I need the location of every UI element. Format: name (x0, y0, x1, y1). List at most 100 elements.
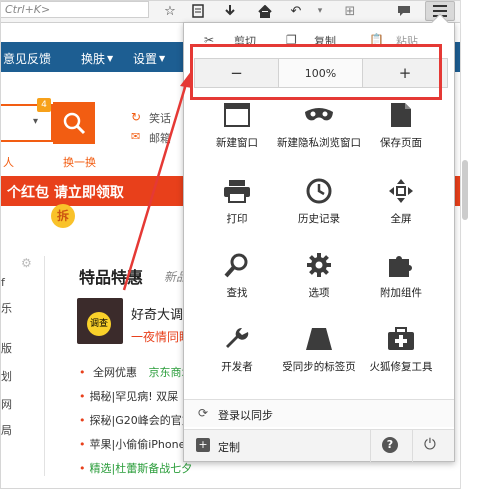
home-icon[interactable] (256, 2, 274, 20)
search-icon (63, 112, 86, 135)
list-item[interactable]: 局 (1, 422, 12, 438)
list-item[interactable]: f (1, 276, 5, 289)
grid-label: 历史记录 (298, 213, 340, 225)
refresh-link[interactable]: 换一换 (63, 154, 96, 170)
plus-icon[interactable]: + (196, 438, 210, 452)
mail-icon: ✉ (131, 130, 141, 143)
customize-row: + 定制 ? ⏻ (184, 429, 454, 462)
sync-label: 登录以同步 (218, 409, 273, 422)
menu-repair-tool[interactable]: 火狐修复工具 (356, 323, 446, 398)
grid-label: 打印 (226, 213, 248, 225)
grid-label: 新建隐私浏览窗口 (277, 137, 361, 149)
menu-new-window[interactable]: 新建窗口 (192, 99, 282, 174)
deal-row-text: 探秘|G20峰会的官方 (89, 414, 193, 427)
chevron-down-icon: ▼ (107, 54, 114, 63)
menu-fullscreen[interactable]: 全屏 (356, 175, 446, 250)
menu-print[interactable]: 打印 (192, 175, 282, 250)
gear-icon[interactable]: ⚙ (21, 256, 32, 270)
customize-button[interactable]: 定制 (218, 439, 240, 455)
power-icon[interactable]: ⏻ (424, 435, 436, 453)
left-list: ⚙ f 乐 版 划 网 局 (1, 256, 45, 476)
synced-tabs-icon (303, 323, 335, 355)
banner-coin: 拆 (51, 204, 75, 228)
addons-icon (385, 249, 417, 281)
back-icon[interactable]: ↶ (287, 2, 305, 20)
chevron-down-icon[interactable]: ▾ (33, 116, 38, 127)
deal-thumbnail[interactable]: 调查 (77, 298, 123, 344)
nav-settings[interactable]: 设置 (133, 50, 157, 67)
menu-bar (433, 5, 447, 7)
sync-icon: ⟳ (198, 406, 209, 420)
menu-history[interactable]: 历史记录 (274, 175, 364, 250)
new-window-icon (221, 99, 253, 131)
menu-find[interactable]: 查找 (192, 249, 282, 324)
menu-addons[interactable]: 附加组件 (356, 249, 446, 324)
chevron-down-icon: ▼ (159, 54, 166, 63)
list-item[interactable]: 乐 (1, 300, 12, 316)
nav-feedback[interactable]: 意见反馈 (3, 50, 51, 67)
options-icon (303, 249, 335, 281)
fullscreen-icon (385, 175, 417, 207)
addon-toolbar-icon[interactable]: ⊞ (341, 2, 359, 20)
scrollbar-thumb[interactable] (462, 160, 468, 220)
banner-text: 个红包 请立即领取 (7, 185, 124, 201)
grid-label: 新建窗口 (216, 137, 258, 149)
private-window-icon (303, 99, 335, 131)
joke-link[interactable]: 笑话 (149, 110, 171, 126)
deal-row[interactable]: 精选|杜蕾斯备战七夕 (79, 460, 193, 476)
grid-label: 全屏 (390, 213, 412, 225)
search-count-badge: 4 (37, 98, 51, 112)
list-item[interactable]: 网 (1, 396, 12, 412)
grid-label: 选项 (308, 287, 330, 299)
grid-label: 火狐修复工具 (369, 361, 433, 373)
divider (370, 430, 371, 462)
deal-row[interactable]: 全网优惠 京东商城 (79, 364, 193, 380)
download-icon[interactable] (221, 2, 239, 20)
chat-icon[interactable] (395, 2, 413, 20)
deal-row-text: 全网优惠 (93, 366, 137, 379)
refresh-icon: ↻ (131, 110, 142, 124)
divider (412, 430, 413, 462)
page-scroll-strip (460, 0, 493, 489)
browser-toolbar: Ctrl+K> ☆ ↶ ▾ ⊞ (1, 1, 460, 23)
repair-tool-icon (385, 323, 417, 355)
annotation-highlight-box (190, 44, 442, 100)
print-icon (221, 175, 253, 207)
deal-row-text: 揭秘|罕见病! 双屎 (89, 390, 179, 403)
deal-row-text: 精选|杜蕾斯备战七夕 (89, 462, 193, 475)
deal-thumb-badge: 调查 (87, 312, 111, 336)
menu-options[interactable]: 选项 (274, 249, 364, 324)
deal-red-link[interactable]: 一夜情同眠 (131, 328, 191, 345)
left-tab-label[interactable]: 人 (3, 154, 14, 170)
deal-row[interactable]: 揭秘|罕见病! 双屎 (79, 388, 179, 404)
menu-private-window[interactable]: 新建隐私浏览窗口 (274, 99, 364, 174)
menu-synced-tabs[interactable]: 受同步的标签页 (274, 323, 364, 398)
grid-label: 保存页面 (380, 137, 422, 149)
menu-bar (433, 10, 447, 12)
deal-row[interactable]: 探秘|G20峰会的官方 (79, 412, 193, 428)
nav-skin[interactable]: 换肤 (81, 50, 105, 67)
chevron-down-icon[interactable]: ▾ (311, 2, 329, 20)
menu-footer: ⟳ 登录以同步 + 定制 ? ⏻ (184, 399, 454, 462)
grid-label: 开发者 (221, 361, 253, 373)
menu-save-page[interactable]: 保存页面 (356, 99, 446, 174)
developer-icon (221, 323, 253, 355)
url-bar[interactable]: Ctrl+K> (1, 1, 149, 18)
url-hint: Ctrl+K> (5, 3, 51, 16)
deal-row[interactable]: 苹果|小偷偷iPhone (79, 436, 186, 452)
mail-link[interactable]: 邮箱 (149, 130, 171, 146)
deals-title: 特品特惠 (79, 268, 144, 287)
history-icon (303, 175, 335, 207)
sync-signin-button[interactable]: ⟳ 登录以同步 (184, 399, 454, 427)
deal-row-text: 苹果|小偷偷iPhone (89, 438, 186, 451)
list-item[interactable]: 版 (1, 340, 12, 356)
save-page-icon (385, 99, 417, 131)
grid-label: 附加组件 (380, 287, 422, 299)
find-icon (221, 249, 253, 281)
reading-list-icon[interactable] (189, 2, 207, 20)
menu-developer[interactable]: 开发者 (192, 323, 282, 398)
help-icon[interactable]: ? (382, 437, 398, 453)
search-button[interactable] (53, 102, 95, 144)
list-item[interactable]: 划 (1, 368, 12, 384)
star-icon[interactable]: ☆ (161, 2, 179, 20)
